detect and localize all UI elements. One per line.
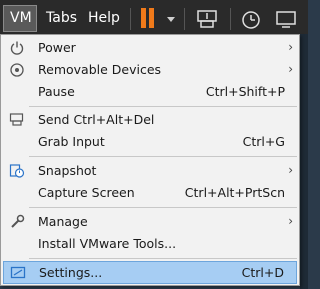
send-keys-toolbar-icon[interactable] bbox=[196, 9, 220, 35]
menu-item-capture-screen-label: Capture Screen bbox=[38, 185, 135, 200]
menu-separator bbox=[29, 106, 297, 107]
send-cad-icon bbox=[9, 113, 24, 126]
menu-item-install-vmware-tools[interactable]: Install VMware Tools... bbox=[3, 233, 297, 255]
menu-item-send-cad-label: Send Ctrl+Alt+Del bbox=[38, 112, 155, 127]
background-window-edge bbox=[300, 34, 308, 289]
menu-item-pause[interactable]: Pause Ctrl+Shift+P bbox=[3, 81, 297, 103]
menu-item-snapshot[interactable]: Snapshot › bbox=[3, 160, 297, 182]
toolbar-separator bbox=[230, 8, 231, 30]
removable-devices-icon bbox=[10, 63, 24, 77]
menu-separator bbox=[29, 258, 297, 259]
menu-vm[interactable]: VM bbox=[3, 5, 37, 32]
menu-item-settings-shortcut: Ctrl+D bbox=[241, 265, 284, 280]
pause-icon[interactable] bbox=[139, 8, 157, 30]
menu-item-grab-input[interactable]: Grab Input Ctrl+G bbox=[3, 131, 297, 153]
submenu-arrow-icon: › bbox=[288, 62, 293, 76]
settings-icon bbox=[10, 266, 26, 279]
toolbar-separator bbox=[130, 8, 131, 30]
menu-item-manage-label: Manage bbox=[38, 214, 88, 229]
menu-vm-label: VM bbox=[10, 10, 32, 26]
power-icon bbox=[10, 41, 24, 55]
menu-tabs[interactable]: Tabs bbox=[46, 10, 77, 26]
vm-dropdown-menu: Power › Removable Devices › Pause Ctrl+S… bbox=[0, 34, 300, 286]
menu-item-power-label: Power bbox=[38, 40, 76, 55]
fullscreen-toolbar-icon[interactable] bbox=[274, 9, 298, 35]
manage-wrench-icon bbox=[11, 214, 25, 228]
menu-item-manage[interactable]: Manage › bbox=[3, 211, 297, 233]
menu-item-pause-shortcut: Ctrl+Shift+P bbox=[205, 84, 285, 99]
pause-dropdown-chevron-icon[interactable] bbox=[167, 17, 175, 22]
submenu-arrow-icon: › bbox=[288, 40, 293, 54]
menu-separator bbox=[29, 207, 297, 208]
submenu-arrow-icon: › bbox=[288, 163, 293, 177]
menu-help[interactable]: Help bbox=[88, 10, 120, 26]
menu-item-pause-label: Pause bbox=[38, 84, 75, 99]
menu-item-removable-devices-label: Removable Devices bbox=[38, 62, 162, 77]
toolbar-separator bbox=[184, 8, 185, 30]
menu-item-settings[interactable]: Settings... Ctrl+D bbox=[3, 261, 297, 284]
menu-item-grab-input-shortcut: Ctrl+G bbox=[242, 134, 285, 149]
snapshot-icon bbox=[9, 164, 25, 178]
menu-item-capture-screen[interactable]: Capture Screen Ctrl+Alt+PrtScn bbox=[3, 182, 297, 204]
menu-item-install-tools-label: Install VMware Tools... bbox=[38, 236, 177, 251]
snapshot-clock-toolbar-icon[interactable] bbox=[240, 9, 262, 35]
menu-item-snapshot-label: Snapshot bbox=[38, 163, 97, 178]
menu-item-removable-devices[interactable]: Removable Devices › bbox=[3, 59, 297, 81]
menu-item-settings-label: Settings... bbox=[39, 265, 103, 280]
submenu-arrow-icon: › bbox=[288, 214, 293, 228]
menu-item-send-ctrl-alt-del[interactable]: Send Ctrl+Alt+Del bbox=[3, 109, 297, 131]
menu-item-grab-input-label: Grab Input bbox=[38, 134, 105, 149]
menu-separator bbox=[29, 156, 297, 157]
menubar: VM Tabs Help bbox=[0, 0, 308, 36]
menu-item-power[interactable]: Power › bbox=[3, 37, 297, 59]
menu-item-capture-screen-shortcut: Ctrl+Alt+PrtScn bbox=[184, 185, 285, 200]
